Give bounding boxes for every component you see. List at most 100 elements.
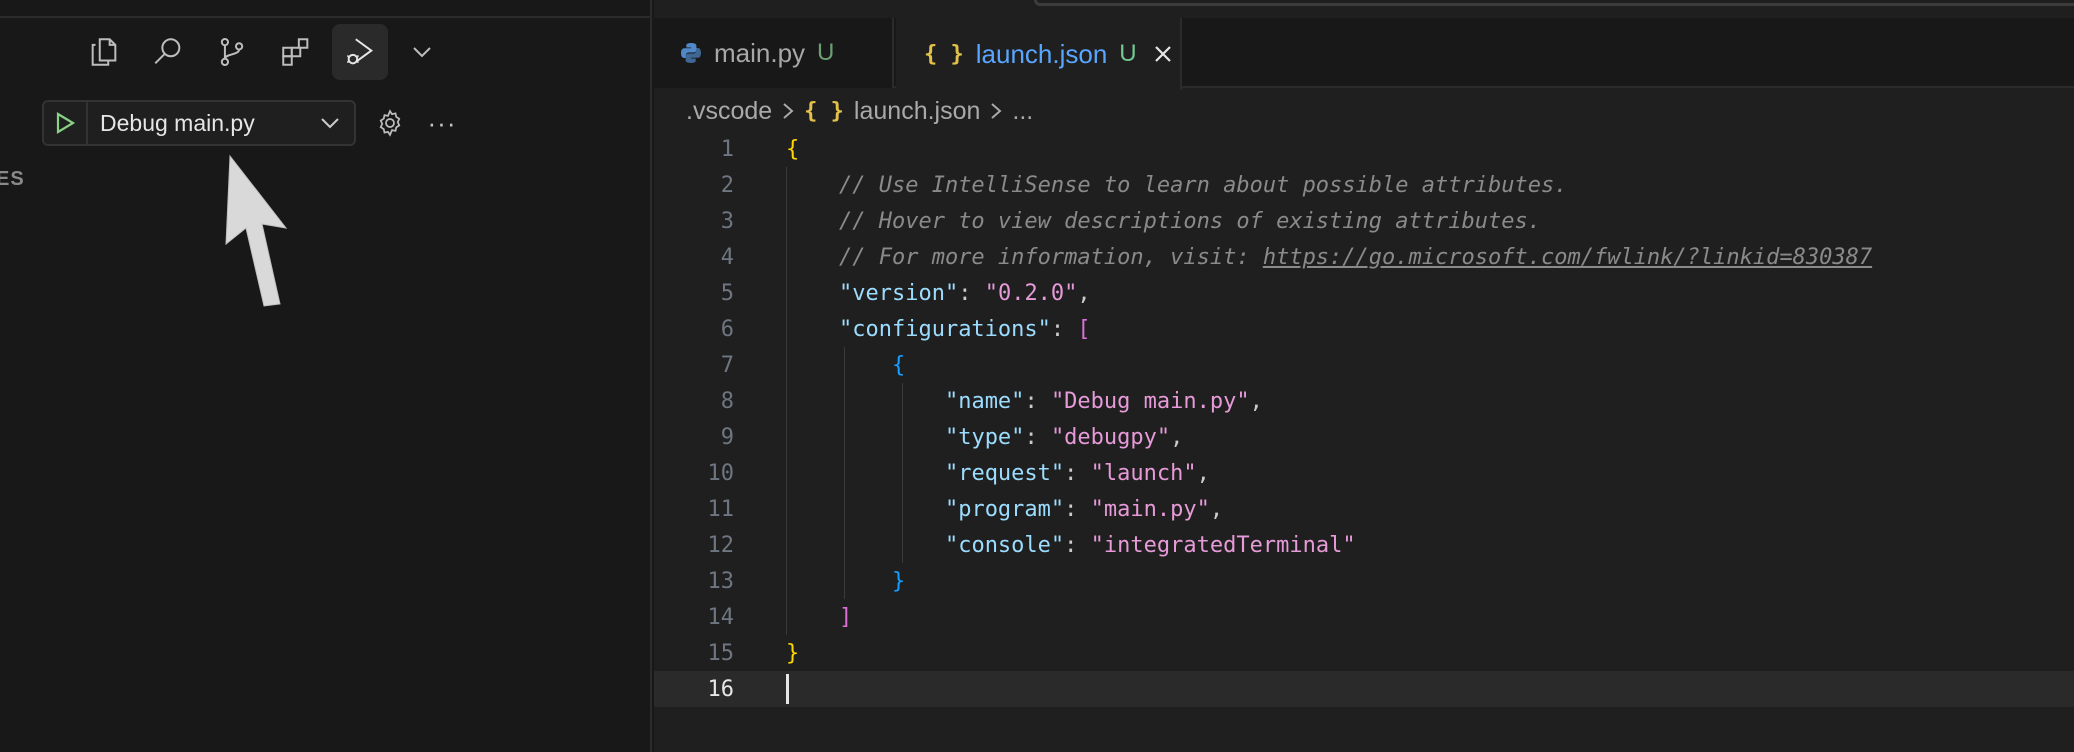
- close-brace: }: [786, 640, 800, 666]
- json-value: "0.2.0": [984, 280, 1078, 306]
- json-value: "debugpy": [1050, 424, 1171, 450]
- line-number: 8: [720, 388, 734, 414]
- sidebar: Debug main.py ··· ES: [0, 0, 652, 752]
- line-number: 11: [707, 496, 735, 522]
- tab-launch-json[interactable]: { } launch.json U: [896, 18, 1182, 90]
- json-key: "name": [944, 388, 1025, 414]
- search-icon: [154, 38, 181, 65]
- open-brace: {: [786, 136, 800, 162]
- code-line: 3 // Hover to view descriptions of exist…: [654, 203, 2074, 239]
- close-icon: [1154, 46, 1171, 62]
- code-editor[interactable]: 1 { 2 // Use IntelliSense to learn about…: [654, 131, 2074, 707]
- json-value: "launch": [1090, 460, 1197, 486]
- tab-main-py[interactable]: main.py U: [654, 18, 894, 88]
- current-line: 16: [654, 671, 2074, 707]
- json-key: "console": [944, 532, 1065, 558]
- source-control-button[interactable]: [204, 24, 260, 80]
- run-debug-icon: [347, 38, 374, 65]
- tab-label: main.py: [714, 37, 806, 68]
- open-bracket: [: [1077, 316, 1091, 342]
- source-control-icon: [220, 37, 244, 67]
- open-launch-json-button[interactable]: [370, 103, 410, 143]
- start-debugging-button[interactable]: [44, 102, 88, 144]
- section-header-fragment: ES: [0, 168, 25, 190]
- code-line: 9 "type": "debugpy",: [654, 419, 2074, 455]
- line-number: 9: [720, 424, 734, 450]
- git-status-badge: U: [817, 39, 835, 66]
- activity-bar: [76, 24, 442, 80]
- line-number: 13: [707, 568, 735, 594]
- code-line: 15 }: [654, 635, 2074, 671]
- code-line: 7 {: [654, 347, 2074, 383]
- breadcrumb-symbols[interactable]: ...: [1012, 97, 1033, 126]
- line-number: 14: [707, 604, 735, 630]
- json-key: "program": [944, 496, 1065, 522]
- docs-link[interactable]: https://go.microsoft.com/fwlink/?linkid=…: [1263, 245, 1872, 270]
- json-icon: { }: [804, 98, 844, 124]
- line-number: 2: [720, 172, 734, 198]
- line-number: 15: [707, 640, 735, 666]
- breadcrumb-file[interactable]: launch.json: [854, 97, 980, 126]
- debug-toolbar: Debug main.py ···: [42, 100, 462, 146]
- json-value: "Debug main.py": [1050, 388, 1250, 414]
- line-number: 7: [720, 352, 734, 378]
- code-line: 13 }: [654, 563, 2074, 599]
- json-key: "type": [944, 424, 1025, 450]
- json-key: "version": [838, 280, 959, 306]
- extensions-icon: [282, 38, 309, 66]
- json-value: "main.py": [1090, 496, 1210, 522]
- line-number: 4: [720, 244, 734, 270]
- close-brace: }: [891, 568, 906, 594]
- code-line: 10 "request": "launch",: [654, 455, 2074, 491]
- line-number: 10: [707, 460, 735, 486]
- code-line: 5 "version": "0.2.0",: [654, 275, 2074, 311]
- json-key: "configurations": [838, 316, 1051, 342]
- tab-label: launch.json: [975, 38, 1108, 69]
- chevron-right-icon: [990, 101, 1002, 121]
- git-status-badge: U: [1119, 40, 1137, 67]
- run-config-dropdown[interactable]: [306, 116, 354, 130]
- line-number: 6: [720, 316, 734, 342]
- code-line: 4 // For more information, visit: https:…: [654, 239, 2074, 275]
- json-value: "integratedTerminal": [1090, 532, 1356, 558]
- pointer-arrow-icon: [225, 154, 288, 307]
- json-key: "request": [944, 460, 1065, 486]
- explorer-button[interactable]: [76, 24, 132, 80]
- gear-icon: [379, 109, 401, 137]
- code-line: 1 {: [654, 131, 2074, 167]
- chevron-right-icon: [782, 101, 794, 121]
- json-icon: { }: [924, 41, 964, 67]
- ellipsis-icon: ···: [427, 107, 457, 138]
- extensions-button[interactable]: [268, 24, 324, 80]
- code-line: 8 "name": "Debug main.py",: [654, 383, 2074, 419]
- title-bar-edge: [0, 0, 652, 18]
- breadcrumb-folder[interactable]: .vscode: [686, 97, 772, 126]
- line-number: 5: [720, 280, 734, 306]
- search-button[interactable]: [140, 24, 196, 80]
- python-icon: [681, 43, 701, 63]
- run-config-select[interactable]: Debug main.py: [42, 100, 356, 146]
- comment: // Hover to view descriptions of existin…: [838, 208, 1541, 234]
- open-brace: {: [891, 352, 906, 378]
- code-line: 2 // Use IntelliSense to learn about pos…: [654, 167, 2074, 203]
- line-number: 16: [707, 676, 735, 702]
- line-number: 12: [707, 532, 735, 558]
- play-icon: [56, 112, 76, 134]
- line-number: 1: [720, 136, 734, 162]
- more-views-button[interactable]: [402, 24, 442, 80]
- run-debug-button[interactable]: [332, 24, 388, 80]
- breadcrumb: .vscode { } launch.json ...: [686, 94, 1033, 128]
- chevron-down-icon: [321, 118, 339, 129]
- comment: // For more information, visit:: [838, 244, 1263, 270]
- line-number: 3: [720, 208, 734, 234]
- window-frame-edge: [1034, 0, 2074, 6]
- more-actions-button[interactable]: ···: [422, 103, 462, 143]
- comment: // Use IntelliSense to learn about possi…: [838, 172, 1568, 198]
- close-bracket: ]: [838, 604, 853, 630]
- code-line: 6 "configurations": [: [654, 311, 2074, 347]
- files-icon: [91, 38, 117, 66]
- code-line: 14 ]: [654, 599, 2074, 635]
- editor-area: main.py U { } launch.json U .vscode { } …: [654, 0, 2074, 752]
- close-tab-button[interactable]: [1151, 42, 1175, 66]
- chevron-down-icon: [413, 47, 431, 58]
